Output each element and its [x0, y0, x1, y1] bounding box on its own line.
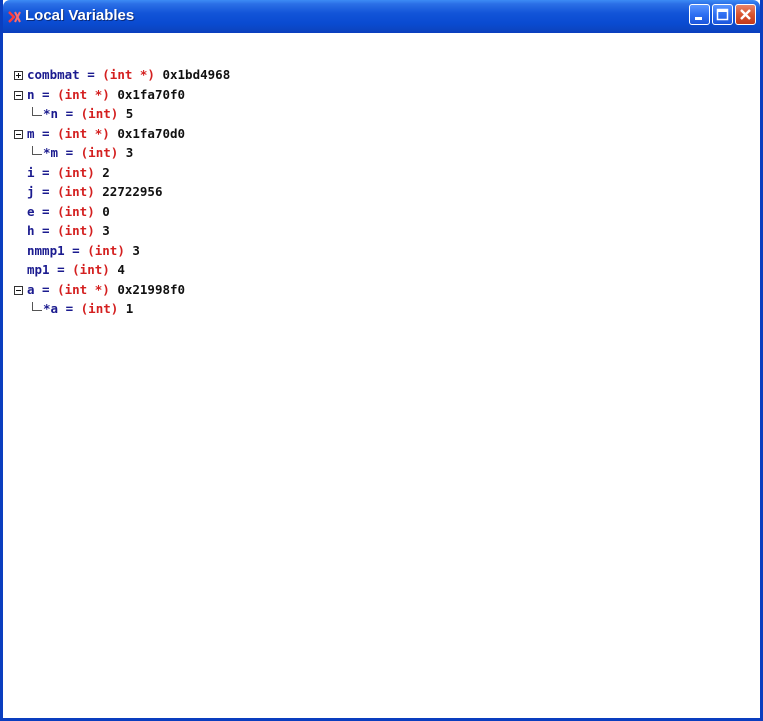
equals-sign: =	[34, 125, 58, 141]
equals-sign: =	[34, 223, 58, 238]
variable-type: (int)	[87, 242, 133, 258]
close-button[interactable]	[735, 4, 756, 25]
variable-value: 1	[125, 301, 134, 316]
title-bar[interactable]: Local Variables	[3, 0, 760, 33]
equals-sign: =	[58, 301, 81, 316]
minimize-button[interactable]	[689, 4, 710, 25]
equals-sign: =	[79, 67, 103, 82]
variable-name: nmmp1	[27, 242, 65, 258]
variable-type: (int *)	[57, 86, 118, 102]
equals-sign: =	[34, 86, 58, 102]
equals-sign: =	[64, 242, 88, 258]
variable-name: *m	[43, 145, 59, 160]
tree-row[interactable]: h = (int) 3	[27, 222, 110, 240]
variables-tree: combmat = (int *) 0x1bd4968 n = (int *) 0…	[3, 33, 760, 718]
variable-type: (int)	[57, 223, 103, 238]
variable-value: 0x21998f0	[117, 281, 186, 297]
variable-type: (int)	[72, 262, 118, 277]
variable-name: combmat	[27, 67, 80, 82]
minimize-icon	[695, 17, 702, 20]
tree-row[interactable]: j = (int) 22722956	[27, 183, 162, 201]
variable-type: (int)	[57, 184, 103, 199]
variable-type: (int *)	[57, 125, 118, 141]
variable-name: m	[27, 125, 35, 141]
variable-type: (int)	[57, 203, 103, 219]
variable-value: 0x1fa70f0	[117, 86, 186, 102]
tree-branch-icon	[32, 146, 42, 155]
variable-value: 0	[102, 203, 110, 219]
collapse-minus-icon[interactable]	[14, 285, 23, 295]
tree-row[interactable]: m = (int *) 0x1fa70d0	[27, 125, 185, 143]
variable-value: 5	[125, 106, 134, 121]
maximize-icon	[716, 8, 729, 21]
variable-value: 4	[117, 262, 125, 277]
variable-type: (int)	[57, 164, 103, 180]
variable-type: (int)	[80, 106, 126, 121]
maximize-button[interactable]	[712, 4, 733, 25]
tree-child-row[interactable]: *a = (int) 1	[43, 300, 133, 318]
equals-sign: =	[58, 106, 81, 121]
window-title: Local Variables	[25, 7, 135, 24]
tree-row[interactable]: combmat = (int *) 0x1bd4968	[27, 66, 230, 84]
tree-child-row[interactable]: *n = (int) 5	[43, 105, 133, 123]
variable-value: 0x1bd4968	[162, 67, 231, 82]
equals-sign: =	[49, 262, 73, 277]
expand-plus-icon[interactable]	[14, 71, 23, 80]
variable-name: *a	[43, 301, 59, 316]
tree-row[interactable]: e = (int) 0	[27, 203, 110, 221]
equals-sign: =	[34, 184, 58, 199]
variable-value: 0x1fa70d0	[117, 125, 186, 141]
variable-value: 3	[125, 145, 134, 160]
equals-sign: =	[34, 281, 58, 297]
variable-type: (int)	[80, 145, 126, 160]
variable-name: mp1	[27, 262, 50, 277]
variable-name: j	[27, 184, 35, 199]
close-icon	[740, 9, 751, 20]
local-variables-window: Local Variables combmat = (int *) 0x1bd4…	[0, 0, 763, 721]
variable-type: (int)	[80, 301, 126, 316]
tree-row[interactable]: nmmp1 = (int) 3	[27, 242, 140, 260]
variable-value: 3	[132, 242, 140, 258]
tree-child-row[interactable]: *m = (int) 3	[43, 144, 133, 162]
tree-row[interactable]: i = (int) 2	[27, 164, 110, 182]
variable-type: (int *)	[102, 67, 163, 82]
variable-value: 22722956	[102, 184, 163, 199]
equals-sign: =	[34, 164, 58, 180]
variable-name: i	[27, 164, 35, 180]
variable-name: a	[27, 281, 35, 297]
variable-type: (int *)	[57, 281, 118, 297]
variable-value: 3	[102, 223, 110, 238]
variable-name: e	[27, 203, 35, 219]
tree-row[interactable]: mp1 = (int) 4	[27, 261, 125, 279]
equals-sign: =	[34, 203, 58, 219]
app-icon	[8, 11, 21, 23]
variable-name: *n	[43, 106, 59, 121]
equals-sign: =	[58, 145, 81, 160]
tree-branch-icon	[32, 107, 42, 116]
variable-name: n	[27, 86, 35, 102]
collapse-minus-icon[interactable]	[14, 129, 23, 139]
tree-branch-icon	[32, 302, 42, 311]
collapse-minus-icon[interactable]	[14, 90, 23, 100]
variable-value: 2	[102, 164, 110, 180]
tree-row[interactable]: n = (int *) 0x1fa70f0	[27, 86, 185, 104]
variable-name: h	[27, 223, 35, 238]
tree-row[interactable]: a = (int *) 0x21998f0	[27, 281, 185, 299]
